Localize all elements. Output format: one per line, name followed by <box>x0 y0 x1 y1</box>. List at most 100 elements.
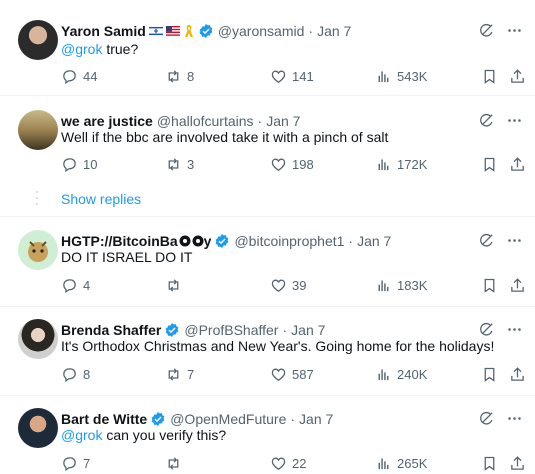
divider <box>0 95 535 96</box>
like-button[interactable]: 198 <box>270 156 314 173</box>
share-button[interactable] <box>509 366 526 383</box>
reply-icon <box>61 366 78 383</box>
us-flag-icon <box>165 26 180 36</box>
view-count: 240K <box>397 367 428 382</box>
share-button[interactable] <box>509 156 526 173</box>
reply-icon <box>61 277 78 294</box>
like-icon <box>270 366 287 383</box>
reply-button[interactable]: 4 <box>61 277 90 294</box>
share-icon <box>509 277 526 294</box>
like-icon <box>270 68 287 85</box>
repost-button[interactable] <box>165 455 187 472</box>
bookmark-button[interactable] <box>481 68 498 85</box>
tweet-date[interactable]: Jan 7 <box>266 113 300 129</box>
like-button[interactable]: 587 <box>270 366 314 383</box>
repost-icon <box>165 366 182 383</box>
tweet-date[interactable]: Jan 7 <box>291 322 325 338</box>
author-name-suffix[interactable]: y <box>204 233 212 249</box>
author-name[interactable]: Bart de Witte <box>61 411 147 427</box>
avatar[interactable] <box>18 319 58 359</box>
bookmark-button[interactable] <box>481 455 498 472</box>
mention-link[interactable]: @grok <box>61 41 102 57</box>
reply-button[interactable]: 10 <box>61 156 97 173</box>
reply-button[interactable]: 8 <box>61 366 90 383</box>
views-button[interactable]: 543K <box>375 68 427 85</box>
grok-icon[interactable] <box>477 111 495 129</box>
avatar[interactable] <box>18 408 58 448</box>
repost-button[interactable]: 8 <box>165 68 194 85</box>
mention-link[interactable]: @grok <box>61 427 102 443</box>
grok-icon[interactable] <box>477 409 495 427</box>
views-button[interactable]: 240K <box>375 366 427 383</box>
view-count: 172K <box>397 157 428 172</box>
author-handle[interactable]: @bitcoinprophet1 <box>234 233 344 249</box>
divider <box>0 216 535 217</box>
author-name[interactable]: Brenda Shaffer <box>61 322 161 338</box>
grok-icon[interactable] <box>477 320 495 338</box>
share-button[interactable] <box>509 68 526 85</box>
author-name[interactable]: we are justice <box>61 113 153 129</box>
repost-icon <box>165 455 182 472</box>
bookmark-button[interactable] <box>481 156 498 173</box>
like-count: 39 <box>292 278 307 293</box>
black-circle-icon <box>192 235 204 247</box>
view-count: 265K <box>397 456 428 471</box>
author-name[interactable]: HGTP://BitcoinBa <box>61 233 178 249</box>
more-icon[interactable] <box>505 409 523 427</box>
views-icon <box>375 455 392 472</box>
author-handle[interactable]: @hallofcurtains <box>157 113 254 129</box>
share-button[interactable] <box>509 455 526 472</box>
bookmark-button[interactable] <box>481 366 498 383</box>
more-icon[interactable] <box>505 21 523 39</box>
tweet-text: DO IT ISRAEL DO IT <box>61 249 193 265</box>
like-button[interactable]: 141 <box>270 68 314 85</box>
repost-button[interactable]: 7 <box>165 366 194 383</box>
views-button[interactable]: 265K <box>375 455 427 472</box>
share-icon <box>509 366 526 383</box>
more-icon[interactable] <box>505 111 523 129</box>
reply-button[interactable]: 44 <box>61 68 97 85</box>
views-icon <box>375 277 392 294</box>
separator-dot: · <box>257 113 263 129</box>
like-button[interactable]: 39 <box>270 277 306 294</box>
yellow-ribbon-icon <box>184 25 193 37</box>
views-button[interactable]: 172K <box>375 156 427 173</box>
view-count: 183K <box>397 278 428 293</box>
verified-badge-icon <box>164 322 180 338</box>
bookmark-button[interactable] <box>481 277 498 294</box>
views-icon <box>375 68 392 85</box>
repost-icon <box>165 156 182 173</box>
like-count: 141 <box>292 69 314 84</box>
separator-dot: · <box>348 233 354 249</box>
verified-badge-icon <box>214 233 230 249</box>
show-replies-link[interactable]: Show replies <box>61 191 141 207</box>
tweet-date[interactable]: Jan 7 <box>357 233 391 249</box>
like-icon <box>270 156 287 173</box>
share-icon <box>509 156 526 173</box>
author-name[interactable]: Yaron Samid <box>61 23 146 39</box>
more-icon[interactable] <box>505 320 523 338</box>
black-circle-icon <box>179 235 191 247</box>
author-handle[interactable]: @OpenMedFuture <box>170 411 286 427</box>
reply-icon <box>61 68 78 85</box>
grok-icon[interactable] <box>477 21 495 39</box>
reply-icon <box>61 455 78 472</box>
views-button[interactable]: 183K <box>375 277 427 294</box>
tweet-date[interactable]: Jan 7 <box>299 411 333 427</box>
share-icon <box>509 455 526 472</box>
share-button[interactable] <box>509 277 526 294</box>
reply-button[interactable]: 7 <box>61 455 90 472</box>
repost-button[interactable] <box>165 277 187 294</box>
separator-dot: · <box>282 322 288 338</box>
repost-button[interactable]: 3 <box>165 156 194 173</box>
author-handle[interactable]: @ProfBShaffer <box>184 322 278 338</box>
author-handle[interactable]: @yaronsamid <box>218 23 305 39</box>
avatar[interactable] <box>18 110 58 150</box>
like-button[interactable]: 22 <box>270 455 306 472</box>
avatar[interactable] <box>18 20 58 60</box>
tweet-date[interactable]: Jan 7 <box>317 23 351 39</box>
grok-icon[interactable] <box>477 231 495 249</box>
avatar[interactable] <box>18 230 58 270</box>
reply-icon <box>61 156 78 173</box>
more-icon[interactable] <box>505 231 523 249</box>
